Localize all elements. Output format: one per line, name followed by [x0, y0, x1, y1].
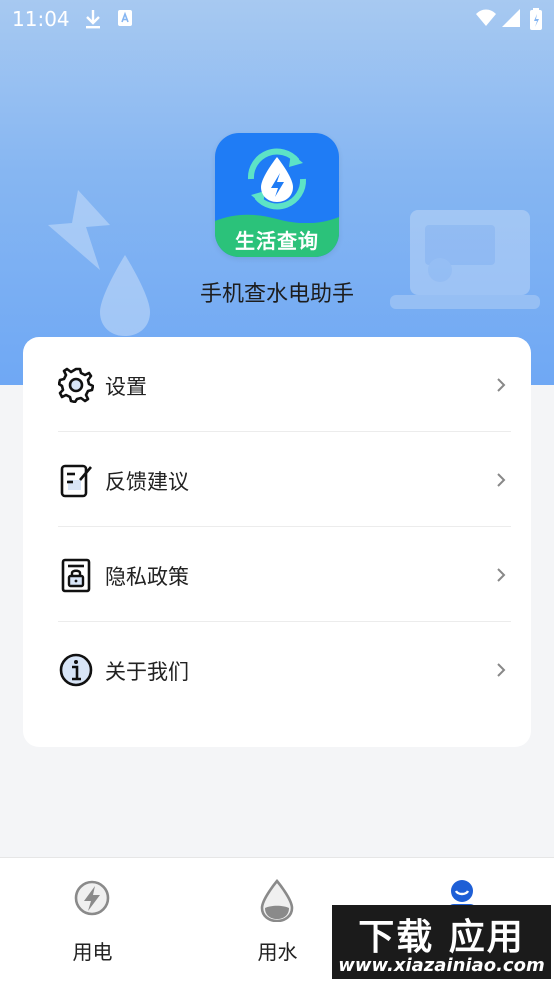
header-background: 11:04 生活查询 手机查水电助手 [0, 0, 554, 385]
menu-item-feedback[interactable]: 反馈建议 [58, 432, 511, 527]
app-logo: 生活查询 [215, 133, 339, 257]
download-icon [86, 10, 100, 29]
menu-item-about[interactable]: 关于我们 [58, 622, 511, 717]
gear-icon [58, 367, 94, 403]
a-notification-icon [118, 10, 132, 26]
wifi-icon [476, 9, 496, 26]
battery-icon [530, 8, 542, 30]
privacy-lock-icon [61, 558, 91, 593]
watermark-title: 下载 应用 [358, 916, 525, 958]
signal-icon [502, 9, 520, 27]
watermark-url: www.xiazainiao.com [338, 955, 545, 976]
menu-card: 设置 反馈建议 隐私政策 关于我们 [23, 337, 531, 747]
tab-electricity[interactable]: 用电 [0, 858, 185, 985]
menu-label-privacy: 隐私政策 [105, 565, 189, 589]
laptop-decoration-icon [390, 210, 540, 309]
info-icon [59, 653, 93, 687]
app-name: 手机查水电助手 [199, 282, 354, 307]
status-time: 11:04 [12, 7, 70, 31]
water-drop-icon [260, 878, 294, 922]
logo-text: 生活查询 [235, 229, 319, 253]
chevron-right-icon [497, 378, 506, 392]
lightning-icon [74, 880, 110, 916]
menu-label-about: 关于我们 [105, 660, 189, 684]
status-bar: 11:04 [0, 0, 554, 38]
feedback-icon [60, 464, 92, 498]
menu-label-settings: 设置 [105, 375, 147, 399]
menu-label-feedback: 反馈建议 [105, 470, 189, 494]
tab-label-electricity: 用电 [72, 940, 113, 964]
chevron-right-icon [497, 473, 506, 487]
menu-item-settings[interactable]: 设置 [58, 337, 511, 432]
menu-item-privacy[interactable]: 隐私政策 [58, 527, 511, 622]
chevron-right-icon [497, 568, 506, 582]
water-cycle-icon [247, 148, 307, 210]
chevron-right-icon [497, 663, 506, 677]
watermark: 下载 应用 www.xiazainiao.com [332, 905, 551, 979]
